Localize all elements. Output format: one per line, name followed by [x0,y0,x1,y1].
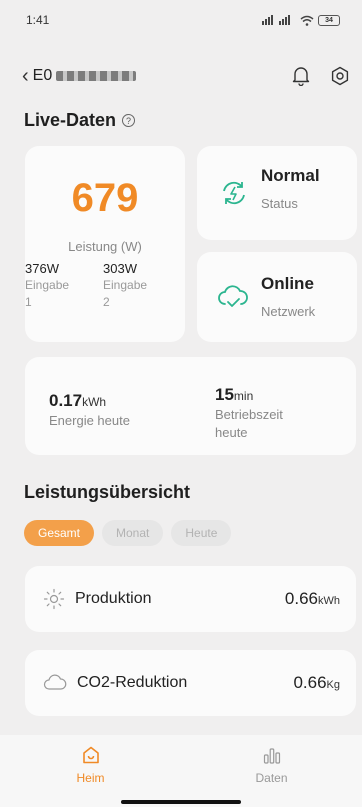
device-name: E0 [32,67,53,84]
status-icons: 34 [262,14,340,26]
live-data-heading: Live-Daten ? [24,110,136,131]
tab-heute[interactable]: Heute [171,520,232,546]
power-label: Leistung (W) [68,239,142,254]
back-chevron-icon[interactable]: ‹ [22,66,29,86]
runtime-value: 15 [215,385,234,404]
cloud-icon [43,674,67,690]
power-value: 679 [71,176,139,220]
network-title: Online [261,274,314,293]
energy-card: 0.17kWh Energie heute 15min Betriebszeit… [25,357,356,455]
production-unit: kWh [318,595,340,607]
network-subtitle: Netzwerk [261,304,316,319]
energy-unit: kWh [82,395,107,409]
co2-value: 0.66 [293,673,327,692]
live-data-title: Live-Daten [24,110,117,130]
energy-label: Energie heute [49,413,130,428]
wifi-icon [300,15,314,26]
nav-data-label: Daten [255,771,288,785]
sun-icon [43,588,65,610]
input-1: 376W Eingabe 1 [25,261,85,310]
nav-home-label: Heim [76,771,105,785]
runtime-unit: min [233,389,254,403]
home-indicator [121,800,241,804]
tab-monat[interactable]: Monat [102,520,164,546]
network-card[interactable]: Online Netzwerk [197,252,357,342]
runtime-label-2: heute [215,425,248,440]
co2-unit: Kg [326,679,340,691]
status-time: 1:41 [26,13,50,27]
input-1-value: 376W [25,261,59,276]
signal-icon [262,15,290,25]
energy-today: 0.17kWh Energie heute [49,391,130,429]
battery-icon: 34 [318,14,340,26]
energy-value: 0.17 [49,391,83,410]
bottom-nav: Heim Daten [0,735,362,807]
tab-gesamt[interactable]: Gesamt [24,520,95,546]
status-title: Normal [261,166,320,185]
input-1-number: 1 [25,295,32,309]
nav-data[interactable]: Daten [212,735,332,807]
co2-row: CO2-Reduktion 0.66Kg [25,650,356,716]
runtime-label-1: Betriebszeit [215,407,283,422]
status-subtitle: Status [261,196,298,211]
input-2-value: 303W [103,261,137,276]
home-icon [82,746,99,764]
bell-icon[interactable] [292,66,310,86]
input-2: 303W Eingabe 2 [103,261,163,310]
top-header: ‹ E0 [0,60,362,92]
cloud-check-icon [218,285,248,307]
sync-status-icon [223,181,245,205]
input-1-label: Eingabe [25,278,70,292]
input-2-number: 2 [103,295,110,309]
bar-chart-icon [263,748,280,764]
status-bar: 1:41 34 [0,0,362,40]
settings-icon[interactable] [330,66,350,86]
status-card[interactable]: Normal Status [197,146,357,240]
device-name-redacted [56,71,137,81]
device-selector[interactable]: ‹ E0 [22,66,137,86]
runtime-today: 15min Betriebszeit heute [215,385,283,441]
co2-label: CO2-Reduktion [77,674,188,691]
power-card: 679 Leistung (W) 376W Eingabe 1 303W Ein… [25,146,185,342]
production-row: Produktion 0.66kWh [25,566,356,632]
production-value: 0.66 [284,589,318,608]
input-2-label: Eingabe [103,278,148,292]
nav-home[interactable]: Heim [31,735,151,807]
overview-title: Leistungsübersicht [24,482,191,502]
overview-heading: Leistungsübersicht [24,482,190,503]
production-label: Produktion [75,590,152,607]
info-icon[interactable]: ? [122,114,136,127]
period-tabs: Gesamt Monat Heute [24,520,232,546]
